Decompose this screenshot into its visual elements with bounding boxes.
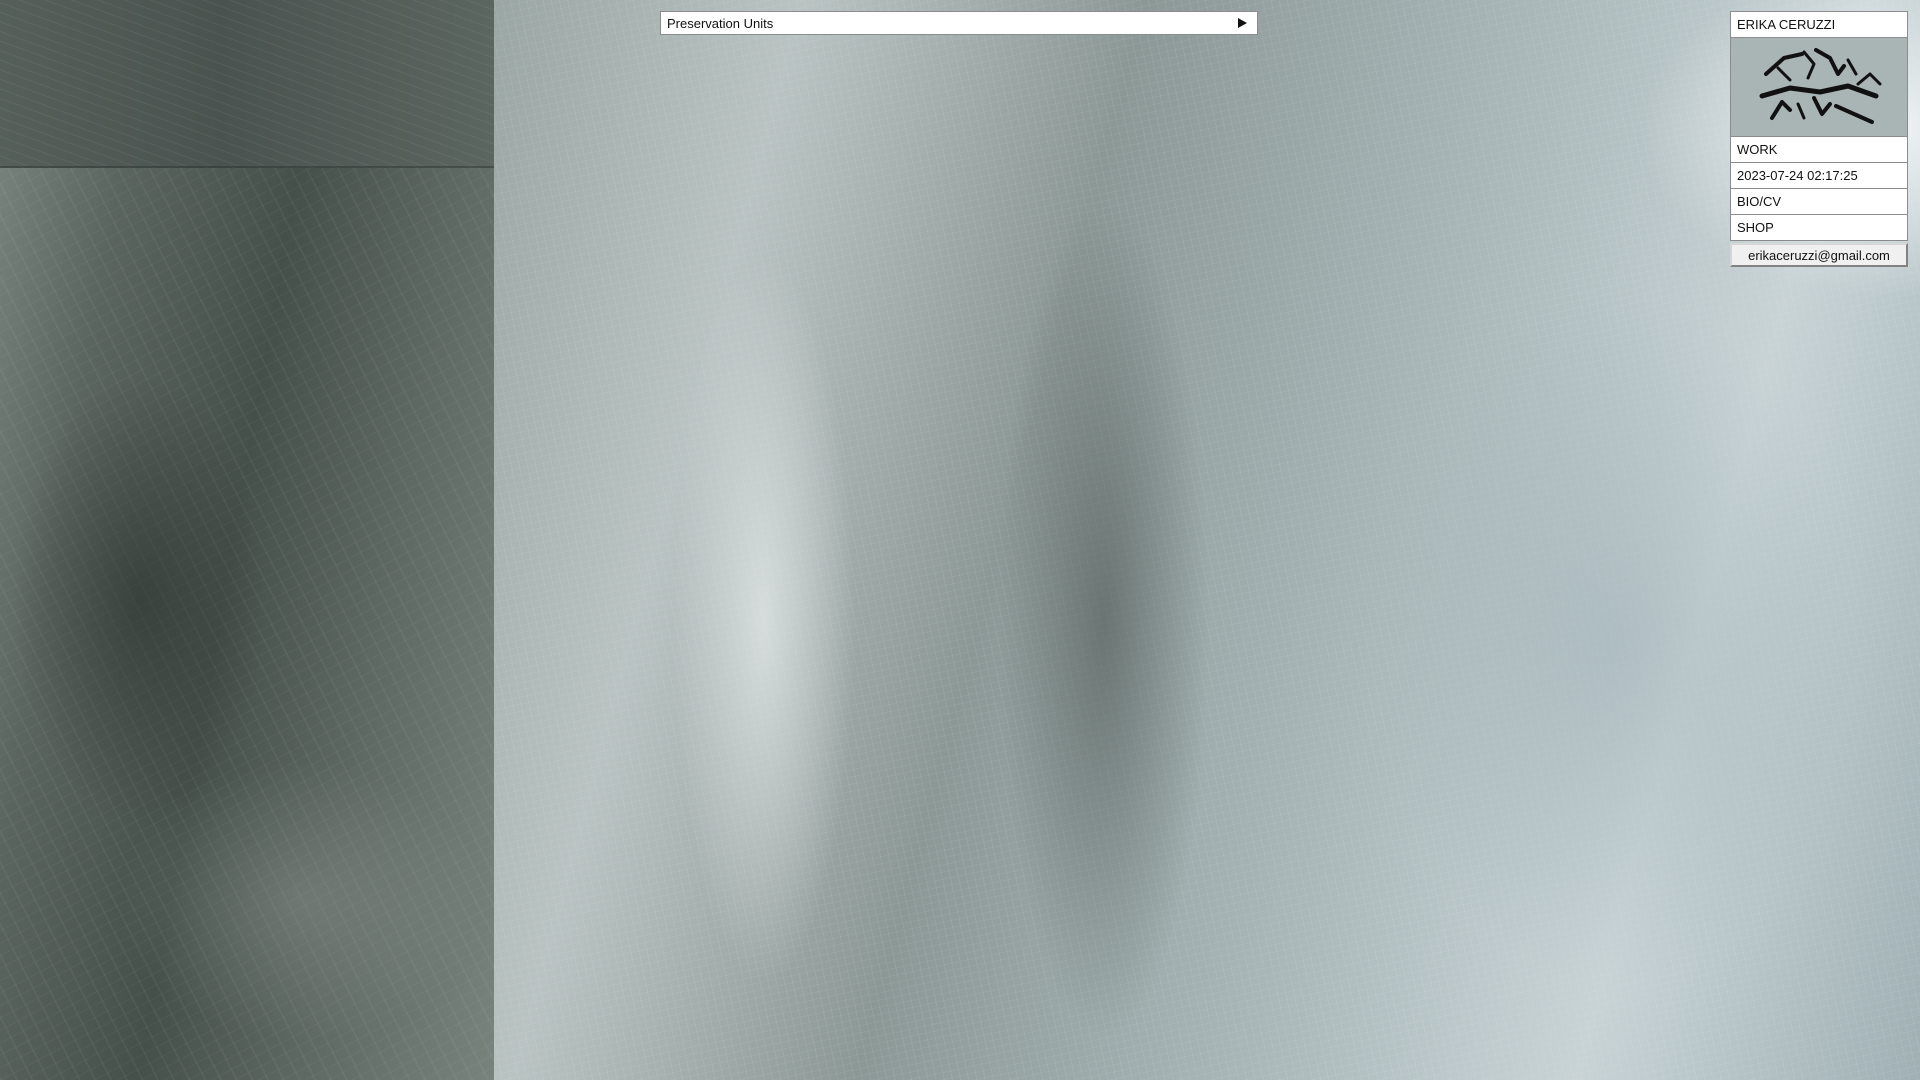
signature-logo-icon xyxy=(1730,37,1908,137)
project-title-bar[interactable]: Preservation Units xyxy=(660,11,1258,35)
side-menu: ERIKA CERUZZI WORK 2023-07-24 02:17:25 B… xyxy=(1730,11,1908,267)
menu-item-shop[interactable]: SHOP xyxy=(1730,214,1908,241)
background-image-left-top xyxy=(0,0,494,168)
clock-timestamp: 2023-07-24 02:17:25 xyxy=(1730,162,1908,189)
background-image-right xyxy=(494,0,1920,1080)
menu-item-work[interactable]: WORK xyxy=(1730,136,1908,163)
page: Preservation Units ERIKA CERUZZI WORK 20… xyxy=(0,0,1920,1080)
signature-logo-icon xyxy=(1759,48,1882,124)
menu-item-bio-cv[interactable]: BIO/CV xyxy=(1730,188,1908,215)
play-icon[interactable] xyxy=(1238,18,1247,28)
project-title: Preservation Units xyxy=(667,15,774,31)
artist-name[interactable]: ERIKA CERUZZI xyxy=(1730,11,1908,38)
email-button[interactable]: erikaceruzzi@gmail.com xyxy=(1730,243,1908,267)
